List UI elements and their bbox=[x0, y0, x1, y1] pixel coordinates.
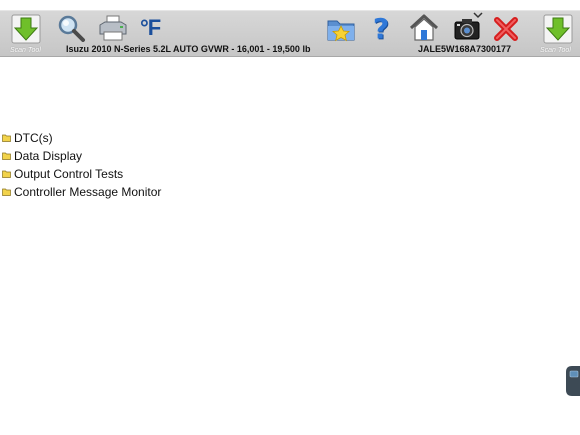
vehicle-vin: JALE5W168A7300177 bbox=[418, 44, 512, 54]
menu-item-label: Output Control Tests bbox=[14, 167, 124, 181]
scan-tool-label: Scan Tool bbox=[540, 47, 571, 54]
side-panel-tab[interactable] bbox=[566, 366, 580, 396]
menu-item-data-display[interactable]: Data Display bbox=[2, 147, 161, 165]
scan-tool-right-button[interactable]: Scan Tool bbox=[538, 13, 576, 56]
down-arrow-icon bbox=[11, 14, 41, 44]
close-button[interactable] bbox=[492, 15, 520, 43]
favorites-button[interactable] bbox=[326, 15, 356, 43]
menu-item-label: DTC(s) bbox=[14, 131, 53, 145]
menu-item-label: Controller Message Monitor bbox=[14, 185, 162, 199]
menu-item-output-control-tests[interactable]: Output Control Tests bbox=[2, 165, 161, 183]
down-arrow-icon bbox=[543, 14, 573, 44]
print-button[interactable] bbox=[97, 14, 129, 42]
fahrenheit-icon: °F bbox=[140, 15, 161, 40]
camera-icon bbox=[454, 17, 480, 41]
units-button[interactable]: °F bbox=[140, 14, 170, 42]
toolbar: Scan Tool °F ? Scan Tool Isuzu 2010 N-Se… bbox=[0, 10, 580, 57]
search-button[interactable] bbox=[57, 14, 87, 42]
printer-icon bbox=[97, 14, 129, 42]
menu-item-label: Data Display bbox=[14, 149, 83, 163]
folder-icon bbox=[2, 134, 11, 142]
menu-list: DTC(s) Data Display Output Control Tests… bbox=[2, 129, 161, 201]
menu-item-controller-message-monitor[interactable]: Controller Message Monitor bbox=[2, 183, 161, 201]
home-icon bbox=[408, 13, 440, 43]
magnifier-icon bbox=[57, 14, 87, 42]
folder-star-icon bbox=[326, 15, 356, 43]
side-tab-icon bbox=[566, 366, 580, 396]
menu-item-dtcs[interactable]: DTC(s) bbox=[2, 129, 161, 147]
folder-icon bbox=[2, 152, 11, 160]
folder-icon bbox=[2, 188, 11, 196]
question-mark-icon: ? bbox=[372, 12, 390, 45]
home-button[interactable] bbox=[408, 13, 440, 43]
vehicle-description: Isuzu 2010 N-Series 5.2L AUTO GVWR - 16,… bbox=[66, 44, 311, 54]
screenshot-button[interactable] bbox=[452, 11, 486, 43]
folder-icon bbox=[2, 170, 11, 178]
scan-tool-left-button[interactable]: Scan Tool bbox=[8, 13, 44, 56]
help-button[interactable]: ? bbox=[368, 14, 394, 44]
close-x-icon bbox=[492, 15, 520, 43]
scan-tool-label: Scan Tool bbox=[10, 47, 41, 54]
